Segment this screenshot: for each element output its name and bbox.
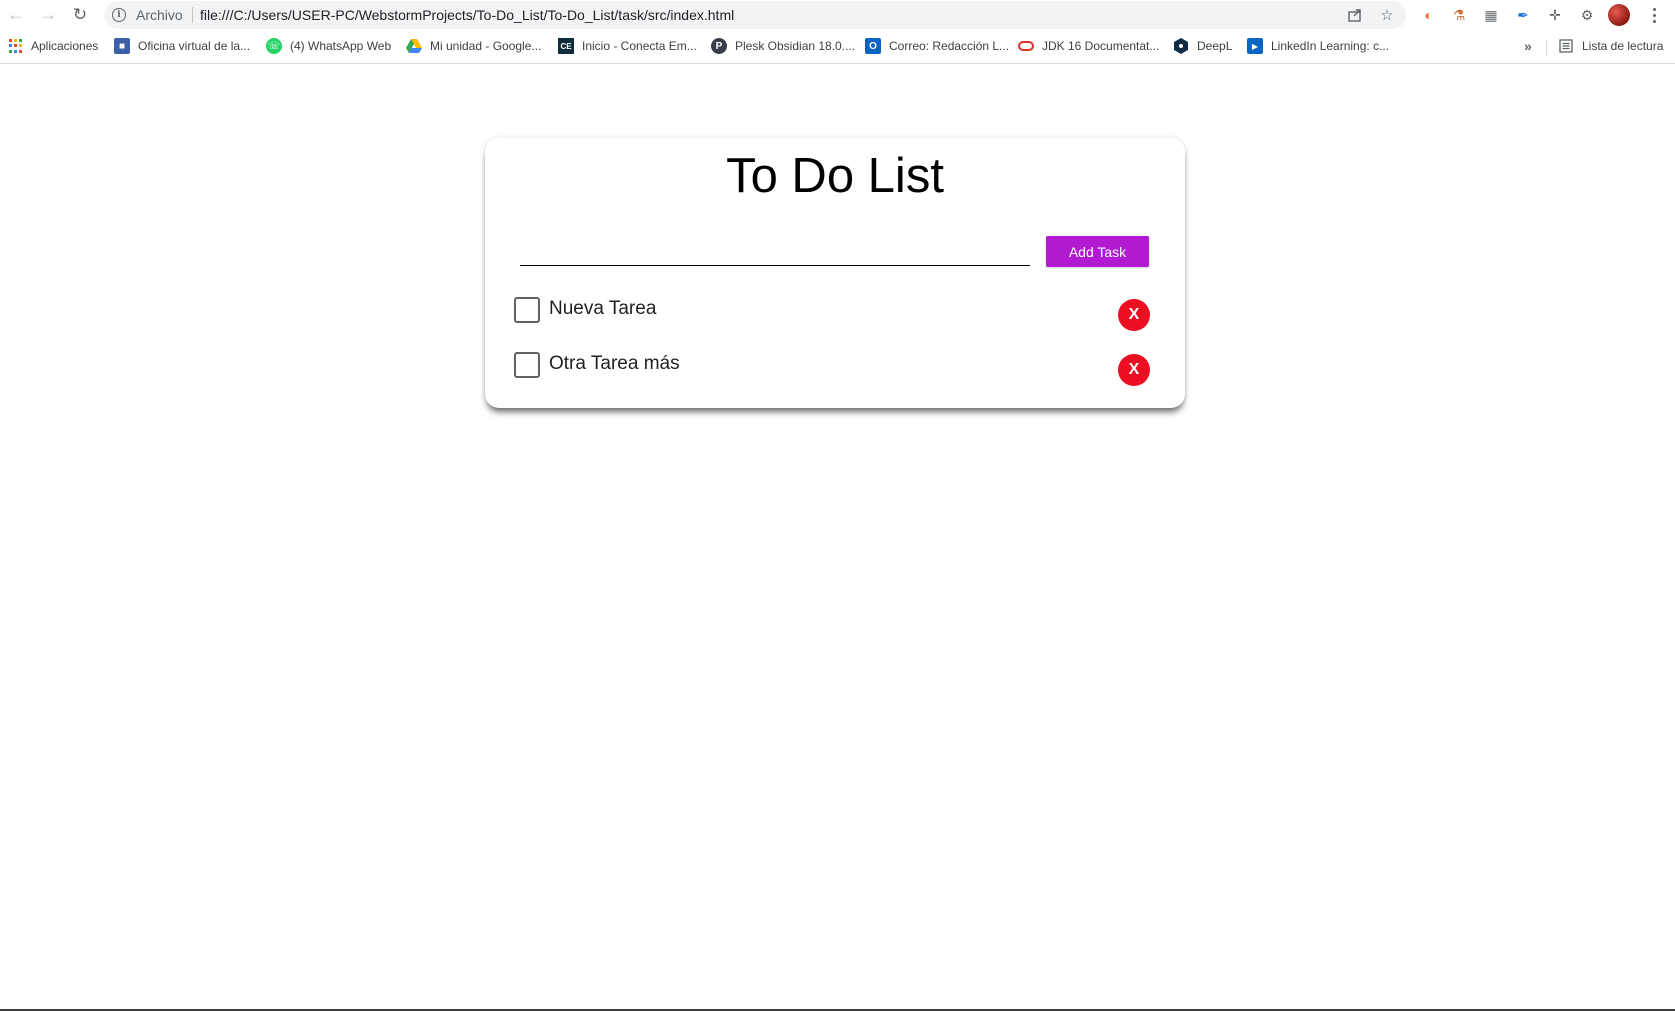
- address-url[interactable]: file:///C:/Users/USER-PC/WebstormProject…: [200, 7, 734, 23]
- ce-icon: CE: [558, 38, 574, 54]
- bookmark-jdk[interactable]: JDK 16 Documentat...: [1018, 37, 1159, 55]
- office-icon: ■: [114, 38, 130, 54]
- bookmark-label: (4) WhatsApp Web: [290, 39, 392, 53]
- window-bottom-edge: [0, 1009, 1675, 1011]
- bookmark-label: Plesk Obsidian 18.0....: [735, 39, 856, 53]
- task-label: Otra Tarea más: [549, 353, 680, 374]
- bookmark-label: Inicio - Conecta Em...: [582, 39, 697, 53]
- extension-pen-icon[interactable]: ✒: [1512, 4, 1534, 26]
- back-arrow-icon[interactable]: ←: [5, 4, 27, 26]
- task-input[interactable]: [520, 240, 1030, 266]
- extensions-puzzle-icon[interactable]: ⚙: [1576, 4, 1598, 26]
- bookmark-oficina-virtual[interactable]: ■ Oficina virtual de la...: [114, 37, 250, 55]
- apps-grid-icon: [9, 39, 23, 53]
- task-item: Nueva Tarea X: [485, 297, 1185, 337]
- site-info-icon[interactable]: i: [112, 8, 126, 22]
- bookmark-deepl[interactable]: DeepL: [1173, 37, 1232, 55]
- extension-move-icon[interactable]: ✛: [1544, 4, 1566, 26]
- bookmark-label: LinkedIn Learning: c...: [1271, 39, 1390, 53]
- page-title: To Do List: [726, 149, 944, 203]
- task-checkbox[interactable]: [514, 352, 540, 378]
- extension-h-icon[interactable]: ◖: [1416, 4, 1438, 26]
- outlook-icon: O: [865, 38, 881, 54]
- delete-task-button[interactable]: X: [1118, 354, 1150, 386]
- bookmark-linkedin-learning[interactable]: ▶ LinkedIn Learning: c...: [1247, 37, 1389, 55]
- plesk-icon: P: [711, 38, 727, 54]
- deepl-icon: [1173, 38, 1189, 54]
- todo-card: To Do List Add Task Nueva Tarea X Otra T…: [485, 138, 1185, 408]
- browser-toolbar: ← → ↻ i Archivo file:///C:/Users/USER-PC…: [0, 0, 1675, 30]
- bookmark-label: Mi unidad - Google...: [430, 39, 542, 53]
- more-bookmarks-chevron-icon[interactable]: »: [1524, 38, 1532, 54]
- forward-arrow-icon[interactable]: →: [37, 4, 59, 26]
- bookmark-outlook[interactable]: O Correo: Redacción L...: [865, 37, 1009, 55]
- bookmark-star-icon[interactable]: ☆: [1376, 4, 1398, 26]
- address-scheme-label: Archivo: [136, 7, 183, 23]
- bookmark-conecta[interactable]: CE Inicio - Conecta Em...: [558, 37, 697, 55]
- share-icon[interactable]: [1344, 4, 1366, 26]
- task-item: Otra Tarea más X: [485, 352, 1185, 392]
- whatsapp-icon: ☏: [266, 38, 282, 54]
- google-drive-icon: [406, 38, 422, 54]
- bookmark-plesk[interactable]: P Plesk Obsidian 18.0....: [711, 37, 855, 55]
- bookmark-label: Oficina virtual de la...: [138, 39, 251, 53]
- bookmark-label: Correo: Redacción L...: [889, 39, 1010, 53]
- bookmark-google-drive[interactable]: Mi unidad - Google...: [406, 37, 541, 55]
- reload-icon[interactable]: ↻: [69, 4, 91, 26]
- bookmark-label: JDK 16 Documentat...: [1042, 39, 1160, 53]
- linkedin-learning-icon: ▶: [1247, 38, 1263, 54]
- extension-pipe-icon[interactable]: ⚗: [1448, 4, 1470, 26]
- address-bar[interactable]: i Archivo file:///C:/Users/USER-PC/Webst…: [104, 1, 1406, 29]
- task-label: Nueva Tarea: [549, 298, 657, 319]
- oracle-icon: [1018, 38, 1034, 54]
- bookmark-label: DeepL: [1197, 39, 1233, 53]
- reading-list-icon: [1558, 38, 1574, 54]
- bookmarks-divider: [1546, 39, 1547, 55]
- address-separator: [192, 7, 193, 23]
- bookmarks-bar: Aplicaciones ■ Oficina virtual de la... …: [0, 30, 1675, 64]
- reading-list-button[interactable]: Lista de lectura: [1558, 37, 1663, 55]
- bookmark-whatsapp[interactable]: ☏ (4) WhatsApp Web: [266, 37, 391, 55]
- add-task-button[interactable]: Add Task: [1046, 236, 1149, 267]
- profile-avatar[interactable]: [1608, 4, 1630, 26]
- task-checkbox[interactable]: [514, 297, 540, 323]
- bookmark-label: Aplicaciones: [31, 39, 99, 53]
- extension-card-icon[interactable]: ▦: [1480, 4, 1502, 26]
- reading-list-label: Lista de lectura: [1582, 39, 1664, 53]
- delete-task-button[interactable]: X: [1118, 299, 1150, 331]
- bookmark-apps[interactable]: Aplicaciones: [9, 37, 98, 55]
- browser-menu-icon[interactable]: [1646, 4, 1662, 26]
